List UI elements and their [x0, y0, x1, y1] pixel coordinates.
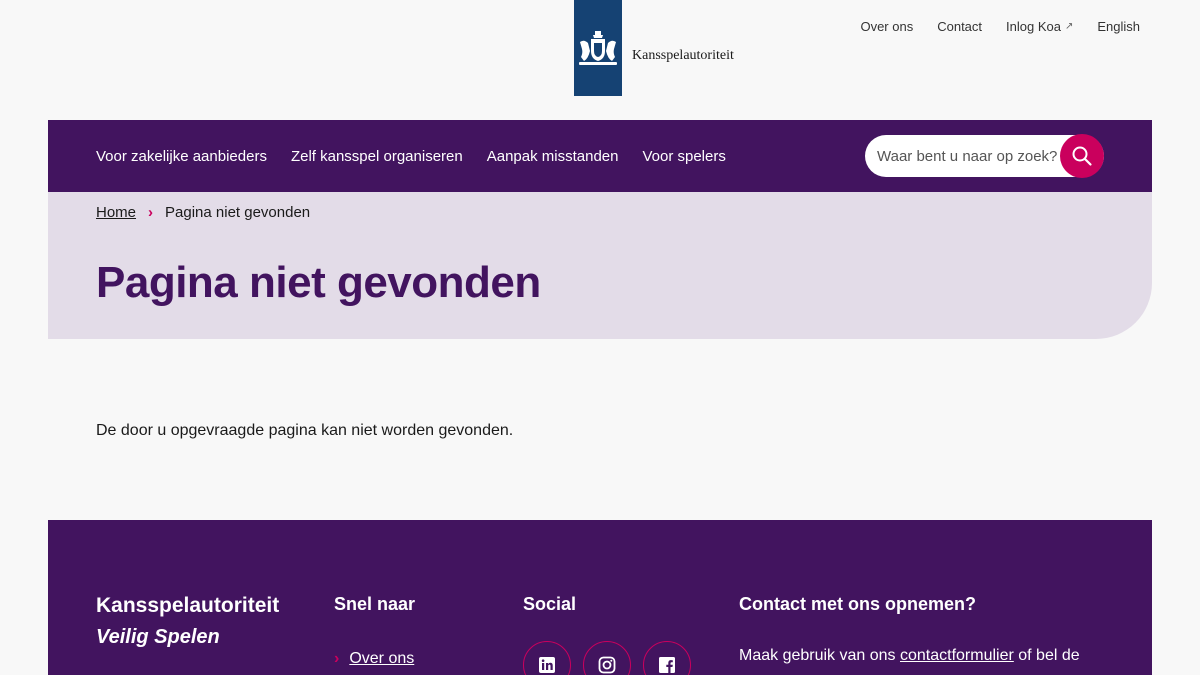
footer-heading-contact: Contact met ons opnemen?: [739, 594, 977, 614]
footer-heading-social: Social: [523, 594, 577, 614]
top-link-contact[interactable]: Contact: [937, 19, 982, 34]
nav-item-aanpak-misstanden[interactable]: Aanpak misstanden: [487, 148, 619, 165]
footer-link-over-ons[interactable]: Over ons: [349, 650, 414, 668]
coat-of-arms-icon: [579, 31, 617, 65]
linkedin-icon: [539, 657, 555, 673]
top-link-over-ons[interactable]: Over ons: [860, 19, 913, 34]
main-navigation: Voor zakelijke aanbieders Zelf kansspel …: [48, 120, 1152, 192]
logo-wordmark[interactable]: Kansspelautoriteit: [632, 48, 734, 64]
external-link-icon: ↗: [1064, 21, 1074, 32]
footer-link-item: › Over ons: [334, 650, 414, 668]
search-icon: [1072, 146, 1092, 166]
contact-text-after: of bel de: [1013, 647, 1080, 664]
page-header: Home › Pagina niet gevonden Pagina niet …: [48, 192, 1152, 339]
chevron-right-icon: ›: [334, 650, 340, 667]
chevron-right-icon: ›: [148, 204, 154, 221]
nav-item-zakelijke-aanbieders[interactable]: Voor zakelijke aanbieders: [96, 148, 267, 165]
search-box: [865, 134, 1104, 178]
instagram-icon: [598, 656, 616, 674]
footer-heading-snel-naar: Snel naar: [334, 594, 416, 614]
contact-text-before: Maak gebruik van ons: [739, 647, 900, 664]
facebook-icon: [659, 657, 675, 673]
page-title: Pagina niet gevonden: [96, 258, 541, 307]
footer: Kansspelautoriteit Veilig Spelen Snel na…: [48, 520, 1152, 675]
footer-tagline: Veilig Spelen: [96, 626, 220, 648]
footer-brand: Kansspelautoriteit: [96, 594, 280, 617]
top-link-inlog-koa[interactable]: Inlog Koa ↗: [1006, 19, 1073, 34]
nav-item-kansspel-organiseren[interactable]: Zelf kansspel organiseren: [291, 148, 463, 165]
utility-nav: Over ons Contact Inlog Koa ↗ English: [860, 19, 1140, 34]
linkedin-button[interactable]: [523, 641, 571, 675]
breadcrumb-current: Pagina niet gevonden: [165, 204, 311, 221]
instagram-button[interactable]: [583, 641, 631, 675]
not-found-message: De door u opgevraagde pagina kan niet wo…: [96, 422, 514, 439]
breadcrumb-home[interactable]: Home: [96, 204, 136, 221]
nav-item-voor-spelers[interactable]: Voor spelers: [642, 148, 725, 165]
rijksoverheid-logo[interactable]: [574, 0, 622, 96]
search-button[interactable]: [1060, 134, 1104, 178]
facebook-button[interactable]: [643, 641, 691, 675]
contactformulier-link[interactable]: contactformulier: [900, 647, 1014, 664]
top-link-english[interactable]: English: [1097, 19, 1140, 34]
breadcrumb: Home › Pagina niet gevonden: [96, 204, 310, 221]
top-link-inlog-koa-label: Inlog Koa: [1006, 19, 1061, 34]
footer-contact-text: Maak gebruik van ons contactformulier of…: [739, 647, 1080, 665]
search-input[interactable]: [865, 135, 1065, 177]
